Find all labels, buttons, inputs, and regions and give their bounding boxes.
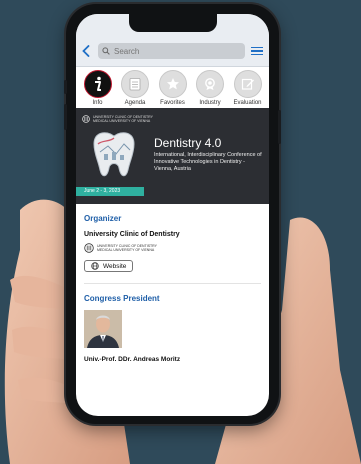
website-button-label: Website bbox=[103, 262, 127, 270]
logo-line: MEDICAL UNIVERSITY OF VIENNA bbox=[93, 119, 151, 123]
molar-illustration bbox=[93, 132, 135, 177]
tab-info[interactable]: Info bbox=[80, 70, 115, 106]
university-seal-icon bbox=[82, 115, 90, 123]
phone-screen: Info Agenda Favorites Industry Evaluatio… bbox=[76, 14, 269, 416]
tab-favorites[interactable]: Favorites bbox=[155, 70, 190, 106]
president-photo bbox=[84, 310, 122, 348]
logo-line: MEDICAL UNIVERSITY OF VIENNA bbox=[97, 248, 155, 252]
tab-label: Evaluation bbox=[233, 100, 262, 106]
star-icon bbox=[158, 70, 187, 98]
conference-banner: UNIVERSITY CLINIC OF DENTISTRY MEDICAL U… bbox=[76, 108, 269, 204]
search-bar[interactable] bbox=[98, 43, 245, 59]
president-name: Univ.-Prof. DDr. Andreas Moritz bbox=[84, 356, 181, 363]
organizer-logo: UNIVERSITY CLINIC OF DENTISTRY MEDICAL U… bbox=[84, 243, 261, 253]
agenda-icon bbox=[121, 70, 149, 98]
tab-label: Info bbox=[92, 100, 103, 106]
organizer-section: Organizer University Clinic of Dentistry… bbox=[76, 204, 269, 284]
badge-icon bbox=[196, 70, 224, 98]
phone-notch bbox=[128, 14, 217, 32]
info-icon bbox=[83, 70, 112, 98]
search-input[interactable] bbox=[114, 46, 241, 56]
university-logo: UNIVERSITY CLINIC OF DENTISTRY MEDICAL U… bbox=[82, 115, 153, 123]
tab-industry[interactable]: Industry bbox=[193, 70, 228, 106]
tab-label: Favorites bbox=[160, 100, 185, 106]
phone-side-button bbox=[64, 80, 67, 94]
conference-dates: June 2 - 3, 2023 bbox=[76, 187, 144, 196]
tab-label: Agenda bbox=[124, 100, 146, 106]
phone-side-button bbox=[64, 104, 67, 130]
president-heading: Congress President bbox=[84, 294, 160, 303]
tab-bar: Info Agenda Favorites Industry Evaluatio… bbox=[76, 67, 269, 108]
president-section: Congress President Univ.-Prof. DDr. Andr… bbox=[76, 284, 269, 363]
hamburger-menu-icon[interactable] bbox=[251, 45, 263, 58]
conference-title: Dentistry 4.0 bbox=[154, 136, 222, 150]
website-button[interactable]: Website bbox=[84, 260, 134, 272]
tab-label: Industry bbox=[199, 100, 221, 106]
tab-evaluation[interactable]: Evaluation bbox=[230, 70, 265, 106]
tab-agenda[interactable]: Agenda bbox=[118, 70, 153, 106]
organizer-heading: Organizer bbox=[84, 214, 122, 223]
chevron-left-icon[interactable] bbox=[82, 42, 92, 60]
edit-icon bbox=[233, 70, 262, 98]
organizer-name: University Clinic of Dentistry bbox=[84, 231, 180, 238]
phone-side-button bbox=[278, 110, 281, 144]
globe-icon bbox=[91, 262, 99, 270]
conference-subtitle: International, Interdisciplinary Confere… bbox=[154, 152, 262, 172]
university-seal-icon bbox=[84, 243, 94, 253]
search-icon bbox=[102, 47, 110, 55]
nav-bar bbox=[76, 36, 269, 67]
